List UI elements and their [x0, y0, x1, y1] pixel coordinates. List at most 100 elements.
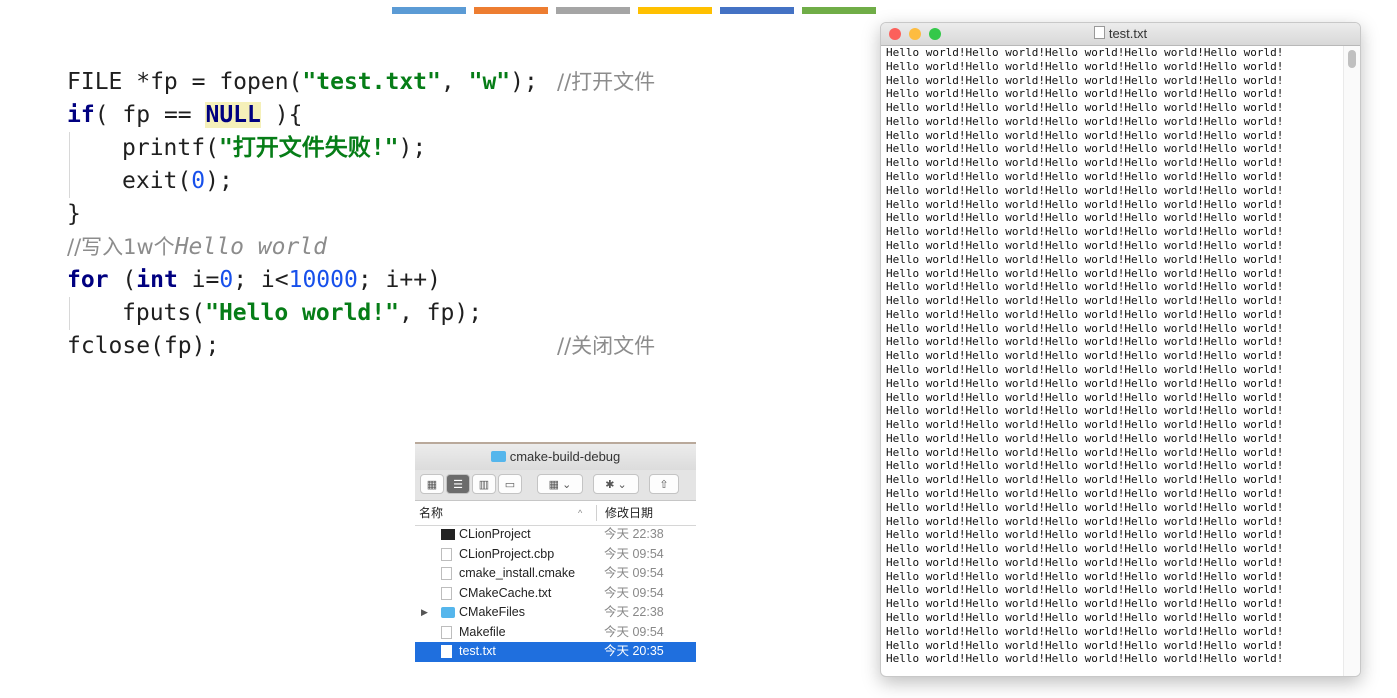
executable-icon — [441, 529, 455, 540]
scrollbar[interactable] — [1343, 46, 1360, 676]
disclosure-triangle-icon[interactable]: ▶ — [421, 603, 428, 623]
list-item[interactable]: CMakeCache.txt 今天 09:54 — [415, 584, 696, 604]
file-date: 今天 09:54 — [604, 585, 664, 600]
minimize-button[interactable] — [909, 28, 921, 40]
file-name: CLionProject — [459, 527, 531, 541]
accent-bar — [474, 7, 548, 14]
finder-titlebar: cmake-build-debug — [415, 442, 696, 470]
code-text: ; i< — [233, 267, 289, 293]
code-text: ( fp == — [94, 102, 206, 128]
code-text: fputs( — [122, 300, 206, 326]
code-text: ); — [510, 69, 538, 95]
code-keyword: for — [67, 267, 109, 293]
code-string: "打开文件失败!" — [218, 135, 399, 161]
file-name: CLionProject.cbp — [459, 546, 555, 561]
file-name: CMakeFiles — [459, 605, 525, 619]
code-keyword: if — [67, 102, 95, 128]
code-text: exit( — [122, 168, 192, 194]
list-item[interactable]: Makefile 今天 09:54 — [415, 623, 696, 643]
code-comment: //打开文件 — [557, 70, 656, 94]
code-text: , — [440, 69, 469, 95]
file-date: 今天 22:38 — [604, 527, 664, 541]
code-string: "w" — [468, 69, 511, 95]
code-number: 10000 — [288, 267, 358, 293]
column-date-header[interactable]: 修改日期 — [605, 501, 653, 525]
list-view-button[interactable]: ☰ — [446, 474, 470, 494]
code-number: 0 — [219, 267, 234, 293]
code-line-printf: printf("打开文件失败!"); — [67, 132, 538, 165]
gallery-view-button[interactable]: ▭ — [498, 474, 522, 494]
zoom-button[interactable] — [929, 28, 941, 40]
list-item[interactable]: cmake_install.cmake 今天 09:54 — [415, 564, 696, 584]
list-item[interactable]: ▶ CMakeFiles 今天 22:38 — [415, 603, 696, 623]
icon-view-button[interactable]: ▦ — [420, 474, 444, 494]
column-name-header[interactable]: 名称 — [419, 501, 443, 525]
code-text: i= — [177, 267, 220, 293]
finder-toolbar: ▦ ☰ ▥ ▭ ▦ ⌄ ✱ ⌄ ⇧ — [415, 470, 696, 501]
code-comment: Hello world — [174, 234, 328, 260]
text-file-icon — [441, 586, 452, 600]
code-listing: FILE *fp = fopen("test.txt", "w"); //打开文件… — [67, 66, 655, 363]
code-text: } — [67, 201, 81, 227]
finder-window: cmake-build-debug ▦ ☰ ▥ ▭ ▦ ⌄ ✱ ⌄ ⇧ 名称 ^… — [415, 442, 696, 662]
code-string: "test.txt" — [302, 69, 441, 95]
code-line-comment: //写入1w个Hello world — [67, 231, 538, 264]
finder-column-header: 名称 ^ 修改日期 — [415, 501, 696, 526]
file-name: CMakeCache.txt — [459, 585, 552, 600]
code-text: FILE *fp = fopen( — [67, 69, 303, 95]
list-item[interactable]: CLionProject.cbp 今天 09:54 — [415, 545, 696, 565]
text-content[interactable]: Hello world!Hello world!Hello world!Hell… — [886, 46, 1341, 674]
gear-icon[interactable]: ✱ ⌄ — [593, 474, 639, 494]
code-text: ; i++) — [357, 267, 441, 293]
accent-bars — [392, 7, 876, 14]
folder-icon — [441, 607, 455, 618]
text-editor-titlebar: test.txt — [881, 23, 1360, 46]
code-text: , fp); — [398, 300, 483, 326]
document-icon — [441, 567, 452, 580]
sort-chevron-icon: ^ — [578, 508, 583, 518]
folder-icon — [490, 451, 506, 462]
list-item[interactable]: test.txt 今天 20:35 — [415, 642, 696, 662]
list-item[interactable]: CLionProject 今天 22:38 — [415, 525, 696, 545]
code-line-fopen: FILE *fp = fopen("test.txt", "w"); //打开文件 — [67, 66, 655, 99]
text-editor-window: test.txt Hello world!Hello world!Hello w… — [880, 22, 1361, 677]
file-name: Makefile — [459, 624, 506, 639]
accent-bar — [638, 7, 712, 14]
document-icon — [441, 547, 452, 561]
column-divider — [596, 505, 597, 521]
code-line-fclose: fclose(fp); //关闭文件 — [67, 330, 655, 363]
file-name: cmake_install.cmake — [459, 566, 576, 580]
code-number: 0 — [191, 168, 206, 194]
close-button[interactable] — [889, 28, 901, 40]
file-date: 今天 09:54 — [604, 624, 664, 639]
group-button[interactable]: ▦ ⌄ — [537, 474, 583, 494]
file-date: 今天 20:35 — [604, 644, 664, 658]
file-date: 今天 09:54 — [604, 566, 664, 580]
file-date: 今天 09:54 — [604, 546, 664, 561]
code-line-for: for (int i=0; i<10000; i++) — [67, 264, 538, 297]
column-view-button[interactable]: ▥ — [472, 474, 496, 494]
code-keyword: int — [136, 267, 178, 293]
document-icon — [1093, 26, 1105, 39]
code-text: printf( — [122, 135, 219, 161]
finder-title: cmake-build-debug — [509, 449, 621, 464]
code-line-exit: exit(0); — [67, 165, 538, 198]
code-text: fclose(fp); — [67, 333, 220, 359]
accent-bar — [392, 7, 466, 14]
code-text: ); — [205, 168, 233, 194]
code-comment: //写入1w个 — [67, 235, 175, 259]
code-line-if: if( fp == NULL ){ — [67, 99, 538, 132]
scrollbar-thumb[interactable] — [1348, 50, 1356, 68]
code-comment: //关闭文件 — [557, 334, 656, 358]
document-icon — [441, 625, 452, 639]
code-text: ){ — [260, 102, 303, 128]
code-string: "Hello world!" — [205, 300, 399, 326]
code-line-close-brace: } — [67, 198, 538, 231]
file-name: test.txt — [459, 644, 496, 658]
file-date: 今天 22:38 — [604, 605, 664, 619]
code-text: ); — [398, 135, 427, 161]
accent-bar — [556, 7, 630, 14]
share-icon[interactable]: ⇧ — [649, 474, 679, 494]
accent-bar — [720, 7, 794, 14]
text-file-icon — [441, 645, 452, 658]
